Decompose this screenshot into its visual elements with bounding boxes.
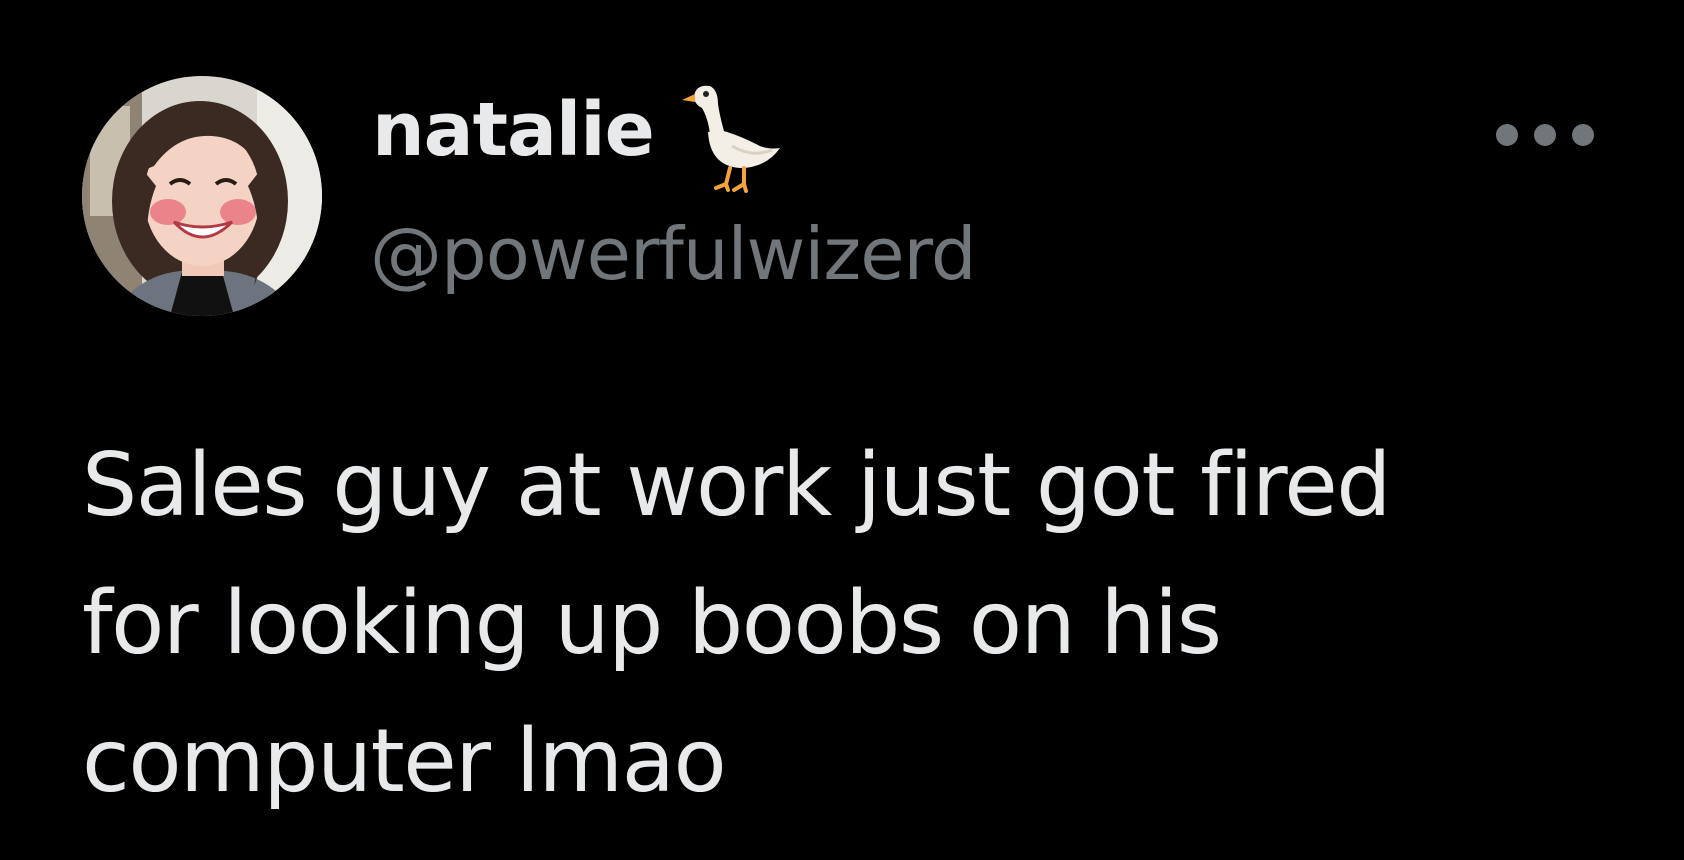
display-name[interactable]: natalie	[372, 80, 655, 180]
avatar-photo	[82, 76, 322, 316]
goose-icon	[681, 85, 780, 193]
more-options-icon[interactable]	[1496, 112, 1594, 158]
tweet-text-line: computer lmao	[82, 710, 727, 812]
avatar[interactable]	[82, 76, 322, 316]
tweet-text-line: for looking up boobs on his	[82, 572, 1222, 674]
more-dot	[1496, 124, 1518, 146]
tweet-card: natalie @powerfulwizerd Sales guy at wor…	[0, 0, 1684, 860]
more-dot	[1572, 124, 1594, 146]
more-dot	[1534, 124, 1556, 146]
tweet-text-line: Sales guy at work just got fired	[82, 434, 1392, 536]
author-name-row: natalie	[372, 80, 784, 193]
author-handle[interactable]: @powerfulwizerd	[370, 206, 977, 302]
tweet-text: Sales guy at work just got fired for loo…	[82, 416, 1622, 830]
